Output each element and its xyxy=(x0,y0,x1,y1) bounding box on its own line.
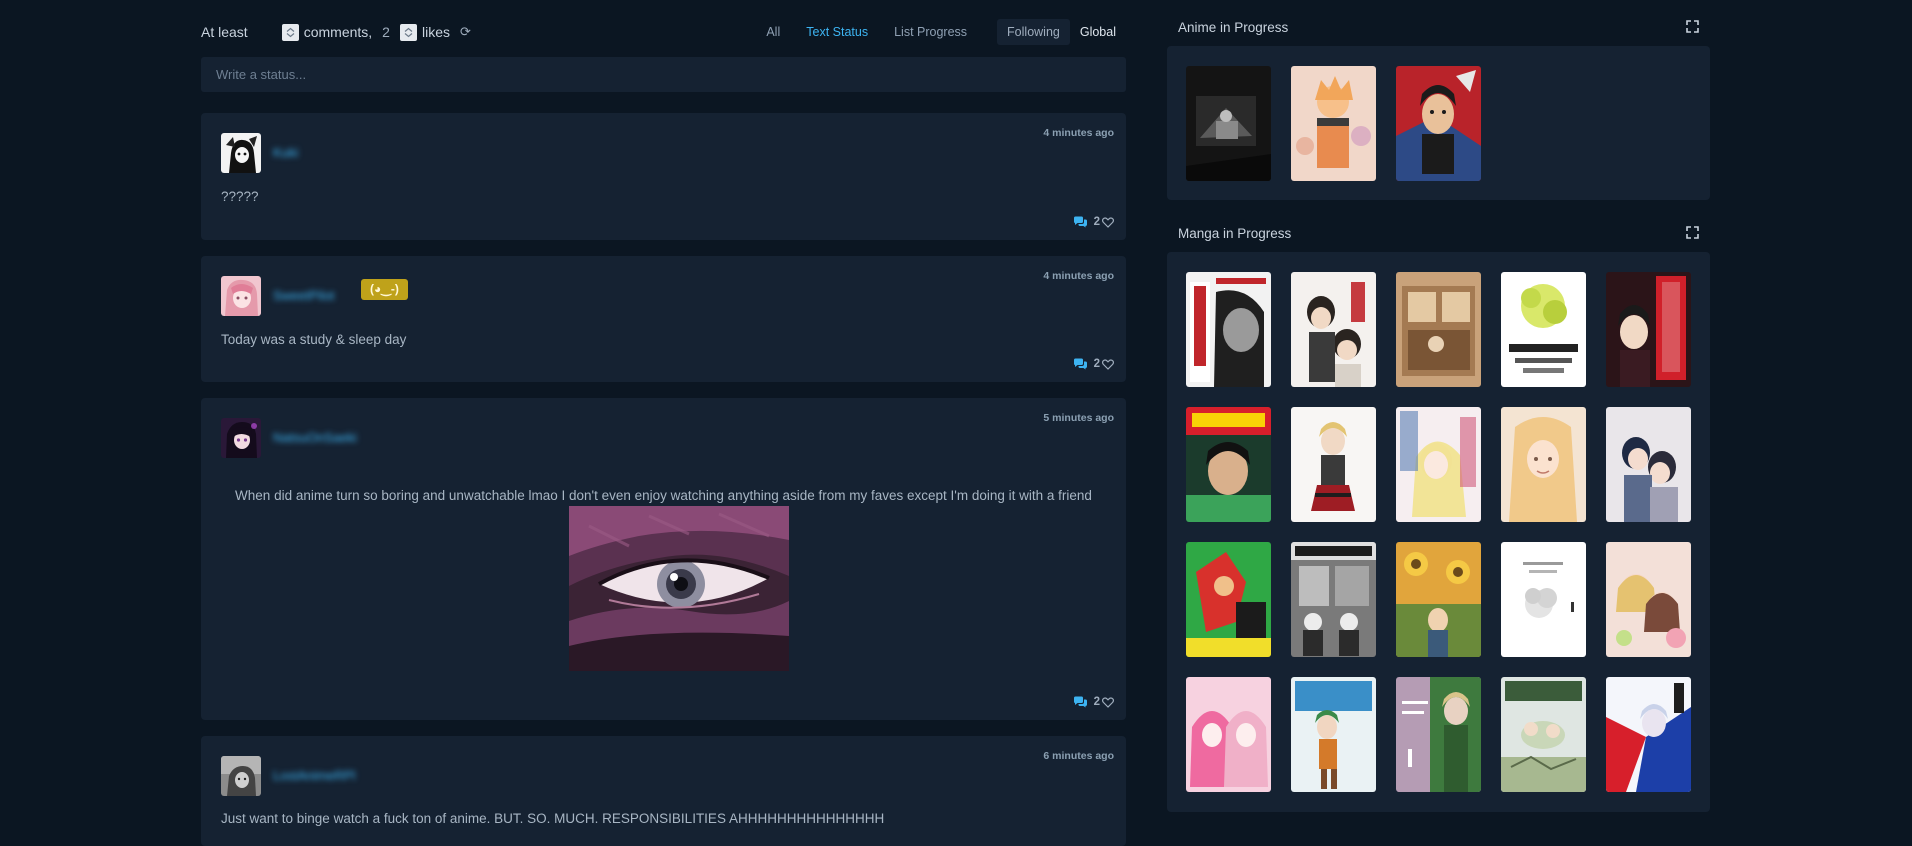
manga-cover[interactable] xyxy=(1186,272,1271,387)
likes-label: likes xyxy=(421,24,450,40)
feed-tabs: All Text Status List Progress Following … xyxy=(740,18,1126,46)
activity-card: LostAnimeRPl 6 minutes ago Just want to … xyxy=(201,736,1126,846)
status-text: ????? xyxy=(221,189,259,204)
replies-icon[interactable] xyxy=(1073,358,1088,370)
manga-cover[interactable] xyxy=(1606,677,1691,792)
manga-cover[interactable] xyxy=(1606,272,1691,387)
like-count: 2 xyxy=(1093,358,1100,370)
like-count: 2 xyxy=(1093,216,1100,228)
status-image[interactable] xyxy=(569,506,789,671)
timestamp[interactable]: 4 minutes ago xyxy=(1043,270,1114,282)
activity-card: NatsuOnSaeki 5 minutes ago When did anim… xyxy=(201,398,1126,720)
timestamp[interactable]: 6 minutes ago xyxy=(1043,750,1114,762)
activity-actions: 2 xyxy=(1073,358,1114,370)
min-filter: At least comments, 2 likes ⟳ xyxy=(201,18,471,46)
avatar[interactable] xyxy=(221,276,261,316)
manga-cover[interactable] xyxy=(1291,407,1376,522)
manga-cover[interactable] xyxy=(1291,677,1376,792)
manga-cover[interactable] xyxy=(1291,272,1376,387)
activity-card: Kuki 4 minutes ago ????? 2 xyxy=(201,113,1126,240)
activity-card: SweetPilot (◕‿-) 4 minutes ago Today was… xyxy=(201,256,1126,382)
anime-cover[interactable] xyxy=(1186,66,1271,181)
manga-cover[interactable] xyxy=(1606,542,1691,657)
avatar[interactable] xyxy=(221,133,261,173)
timestamp[interactable]: 5 minutes ago xyxy=(1043,412,1114,424)
like-count: 2 xyxy=(1093,696,1100,708)
username-link[interactable]: Kuki xyxy=(273,145,298,160)
status-composer xyxy=(201,57,1126,92)
activity-filter-bar: At least comments, 2 likes ⟳ All Text St… xyxy=(201,18,1126,46)
status-text: When did anime turn so boring and unwatc… xyxy=(235,488,1092,503)
scope-global[interactable]: Global xyxy=(1070,19,1126,45)
manga-cover[interactable] xyxy=(1396,542,1481,657)
username-link[interactable]: SweetPilot xyxy=(273,288,334,303)
avatar[interactable] xyxy=(221,756,261,796)
anime-cover[interactable] xyxy=(1396,66,1481,181)
status-text: Today was a study & sleep day xyxy=(221,332,407,347)
tab-text-status[interactable]: Text Status xyxy=(806,25,868,39)
manga-cover[interactable] xyxy=(1186,407,1271,522)
replies-icon[interactable] xyxy=(1073,216,1088,228)
avatar[interactable] xyxy=(221,418,261,458)
username-link[interactable]: NatsuOnSaeki xyxy=(273,430,357,445)
refresh-icon[interactable]: ⟳ xyxy=(460,24,471,40)
manga-cover[interactable] xyxy=(1396,407,1481,522)
activity-actions: 2 xyxy=(1073,696,1114,708)
manga-cover[interactable] xyxy=(1396,272,1481,387)
anime-in-progress-title: Anime in Progress xyxy=(1178,20,1289,35)
anime-cover[interactable] xyxy=(1291,66,1376,181)
likes-count: 2 xyxy=(382,24,390,40)
status-input[interactable] xyxy=(201,57,1126,92)
manga-cover[interactable] xyxy=(1291,542,1376,657)
expand-icon[interactable] xyxy=(1686,20,1699,33)
manga-cover[interactable] xyxy=(1186,677,1271,792)
heart-icon[interactable] xyxy=(1102,358,1114,370)
tab-all[interactable]: All xyxy=(766,25,780,39)
heart-icon[interactable] xyxy=(1102,216,1114,228)
timestamp[interactable]: 4 minutes ago xyxy=(1043,127,1114,139)
scope-following[interactable]: Following xyxy=(997,19,1070,45)
anime-in-progress-panel xyxy=(1167,46,1710,200)
donator-badge: (◕‿-) xyxy=(361,279,408,300)
heart-icon[interactable] xyxy=(1102,696,1114,708)
replies-icon[interactable] xyxy=(1073,696,1088,708)
manga-cover[interactable] xyxy=(1501,272,1586,387)
manga-in-progress-panel xyxy=(1167,252,1710,812)
activity-actions: 2 xyxy=(1073,216,1114,228)
manga-cover[interactable] xyxy=(1501,542,1586,657)
manga-cover[interactable] xyxy=(1186,542,1271,657)
expand-icon[interactable] xyxy=(1686,226,1699,239)
manga-cover[interactable] xyxy=(1501,407,1586,522)
comments-label: comments, xyxy=(303,24,373,40)
manga-in-progress-title: Manga in Progress xyxy=(1178,226,1292,241)
at-least-label: At least xyxy=(201,24,248,40)
tab-list-progress[interactable]: List Progress xyxy=(894,25,967,39)
likes-stepper[interactable] xyxy=(399,23,417,41)
manga-cover[interactable] xyxy=(1396,677,1481,792)
comments-stepper[interactable] xyxy=(281,23,299,41)
username-link[interactable]: LostAnimeRPl xyxy=(273,768,355,783)
manga-cover[interactable] xyxy=(1606,407,1691,522)
feed-scope-toggle: Following Global xyxy=(997,19,1126,45)
manga-cover[interactable] xyxy=(1501,677,1586,792)
status-text: Just want to binge watch a fuck ton of a… xyxy=(221,811,885,826)
